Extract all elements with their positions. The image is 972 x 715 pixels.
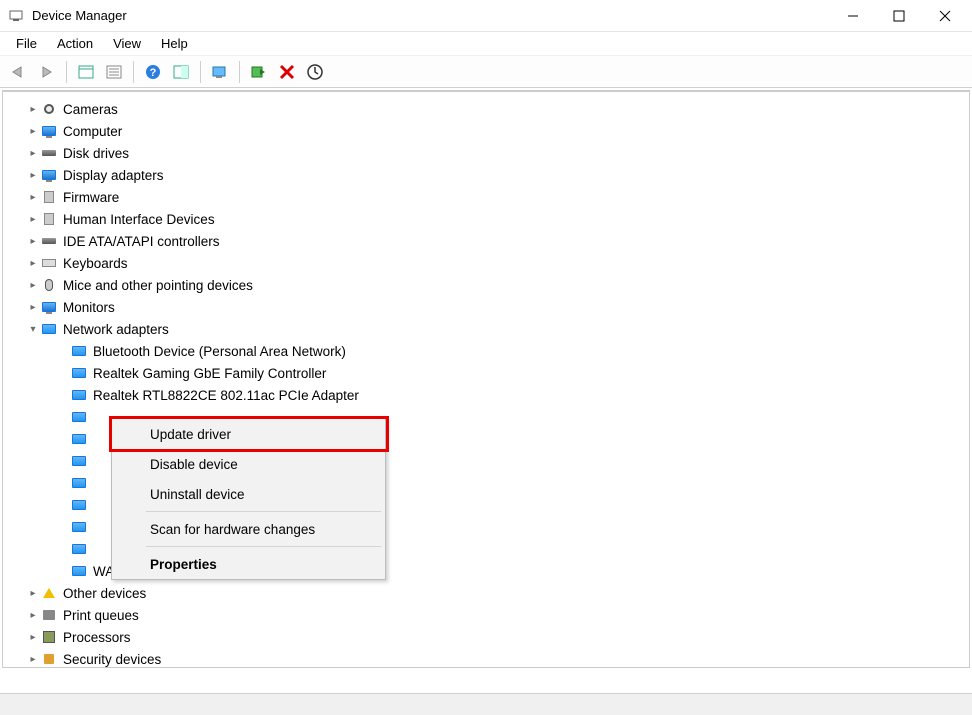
tree-item-monitors[interactable]: ▸ Monitors xyxy=(3,296,969,318)
context-menu: Update driver Disable device Uninstall d… xyxy=(111,418,386,580)
app-icon xyxy=(8,8,24,24)
chevron-right-icon[interactable]: ▸ xyxy=(25,211,41,227)
minimize-button[interactable] xyxy=(830,1,876,31)
network-icon xyxy=(71,475,87,491)
network-icon xyxy=(41,321,57,337)
chevron-right-icon[interactable]: ▸ xyxy=(25,629,41,645)
tree-item-display-adapters[interactable]: ▸ Display adapters xyxy=(3,164,969,186)
menu-file[interactable]: File xyxy=(6,34,47,53)
warning-icon xyxy=(41,585,57,601)
ide-icon xyxy=(41,233,57,249)
monitor-icon xyxy=(41,167,57,183)
scan-hardware-button[interactable] xyxy=(302,59,328,85)
tree-item-firmware[interactable]: ▸ Firmware xyxy=(3,186,969,208)
tree-item-na-1[interactable]: Realtek Gaming GbE Family Controller xyxy=(3,362,969,384)
network-icon xyxy=(71,409,87,425)
menu-action[interactable]: Action xyxy=(47,34,103,53)
chevron-right-icon[interactable]: ▸ xyxy=(25,651,41,667)
tree-item-cameras[interactable]: ▸ Cameras xyxy=(3,98,969,120)
network-icon xyxy=(71,343,87,359)
cpu-icon xyxy=(41,629,57,645)
menu-bar: File Action View Help xyxy=(0,32,972,56)
update-driver-button[interactable] xyxy=(207,59,233,85)
chevron-down-icon[interactable]: ▾ xyxy=(25,321,41,337)
help-button[interactable]: ? xyxy=(140,59,166,85)
chevron-right-icon[interactable]: ▸ xyxy=(25,277,41,293)
enable-device-button[interactable] xyxy=(246,59,272,85)
chevron-right-icon[interactable]: ▸ xyxy=(25,145,41,161)
chevron-right-icon[interactable]: ▸ xyxy=(25,299,41,315)
monitor-icon xyxy=(41,123,57,139)
printer-icon xyxy=(41,607,57,623)
tree-item-disk-drives[interactable]: ▸ Disk drives xyxy=(3,142,969,164)
toolbar: ? xyxy=(0,56,972,88)
network-icon xyxy=(71,497,87,513)
tree-item-computer[interactable]: ▸ Computer xyxy=(3,120,969,142)
chevron-right-icon[interactable]: ▸ xyxy=(25,123,41,139)
ctx-properties[interactable]: Properties xyxy=(112,549,385,579)
title-bar: Device Manager xyxy=(0,0,972,32)
network-icon xyxy=(71,387,87,403)
svg-text:?: ? xyxy=(150,67,157,79)
network-icon xyxy=(71,519,87,535)
chevron-right-icon[interactable]: ▸ xyxy=(25,189,41,205)
chevron-right-icon[interactable]: ▸ xyxy=(25,233,41,249)
ctx-separator xyxy=(146,511,381,512)
monitor-icon xyxy=(41,299,57,315)
ctx-uninstall-device[interactable]: Uninstall device xyxy=(112,479,385,509)
chevron-right-icon[interactable]: ▸ xyxy=(25,167,41,183)
tree-item-print-queues[interactable]: ▸ Print queues xyxy=(3,604,969,626)
maximize-button[interactable] xyxy=(876,1,922,31)
ctx-disable-device[interactable]: Disable device xyxy=(112,449,385,479)
tree-container: ▸ Cameras ▸ Computer ▸ Disk drives ▸ Dis… xyxy=(2,90,970,668)
keyboard-icon xyxy=(41,255,57,271)
hid-icon xyxy=(41,211,57,227)
chevron-right-icon[interactable]: ▸ xyxy=(25,607,41,623)
disk-icon xyxy=(41,145,57,161)
network-icon xyxy=(71,541,87,557)
chevron-right-icon[interactable]: ▸ xyxy=(25,101,41,117)
menu-help[interactable]: Help xyxy=(151,34,198,53)
status-bar xyxy=(0,693,972,715)
ctx-scan-hardware[interactable]: Scan for hardware changes xyxy=(112,514,385,544)
tree-item-mice[interactable]: ▸ Mice and other pointing devices xyxy=(3,274,969,296)
back-button[interactable] xyxy=(6,59,32,85)
chevron-right-icon[interactable]: ▸ xyxy=(25,585,41,601)
ctx-update-driver[interactable]: Update driver xyxy=(112,419,385,449)
tree-item-other-devices[interactable]: ▸ Other devices xyxy=(3,582,969,604)
tree-item-ide[interactable]: ▸ IDE ATA/ATAPI controllers xyxy=(3,230,969,252)
ctx-separator xyxy=(146,546,381,547)
show-hide-console-tree-button[interactable] xyxy=(73,59,99,85)
tree-item-keyboards[interactable]: ▸ Keyboards xyxy=(3,252,969,274)
properties-button[interactable] xyxy=(101,59,127,85)
chip-icon xyxy=(41,189,57,205)
menu-view[interactable]: View xyxy=(103,34,151,53)
lock-icon xyxy=(41,651,57,667)
network-icon xyxy=(71,563,87,579)
device-tree[interactable]: ▸ Cameras ▸ Computer ▸ Disk drives ▸ Dis… xyxy=(3,92,969,667)
tree-item-hid[interactable]: ▸ Human Interface Devices xyxy=(3,208,969,230)
window-title: Device Manager xyxy=(32,8,830,23)
network-icon xyxy=(71,431,87,447)
camera-icon xyxy=(41,101,57,117)
tree-item-security-devices[interactable]: ▸ Security devices xyxy=(3,648,969,667)
network-icon xyxy=(71,365,87,381)
action-pane-button[interactable] xyxy=(168,59,194,85)
tree-item-network-adapters[interactable]: ▾ Network adapters xyxy=(3,318,969,340)
mouse-icon xyxy=(41,277,57,293)
tree-item-na-2[interactable]: Realtek RTL8822CE 802.11ac PCIe Adapter xyxy=(3,384,969,406)
tree-item-processors[interactable]: ▸ Processors xyxy=(3,626,969,648)
close-button[interactable] xyxy=(922,1,968,31)
forward-button[interactable] xyxy=(34,59,60,85)
tree-item-na-0[interactable]: Bluetooth Device (Personal Area Network) xyxy=(3,340,969,362)
chevron-right-icon[interactable]: ▸ xyxy=(25,255,41,271)
network-icon xyxy=(71,453,87,469)
uninstall-device-button[interactable] xyxy=(274,59,300,85)
